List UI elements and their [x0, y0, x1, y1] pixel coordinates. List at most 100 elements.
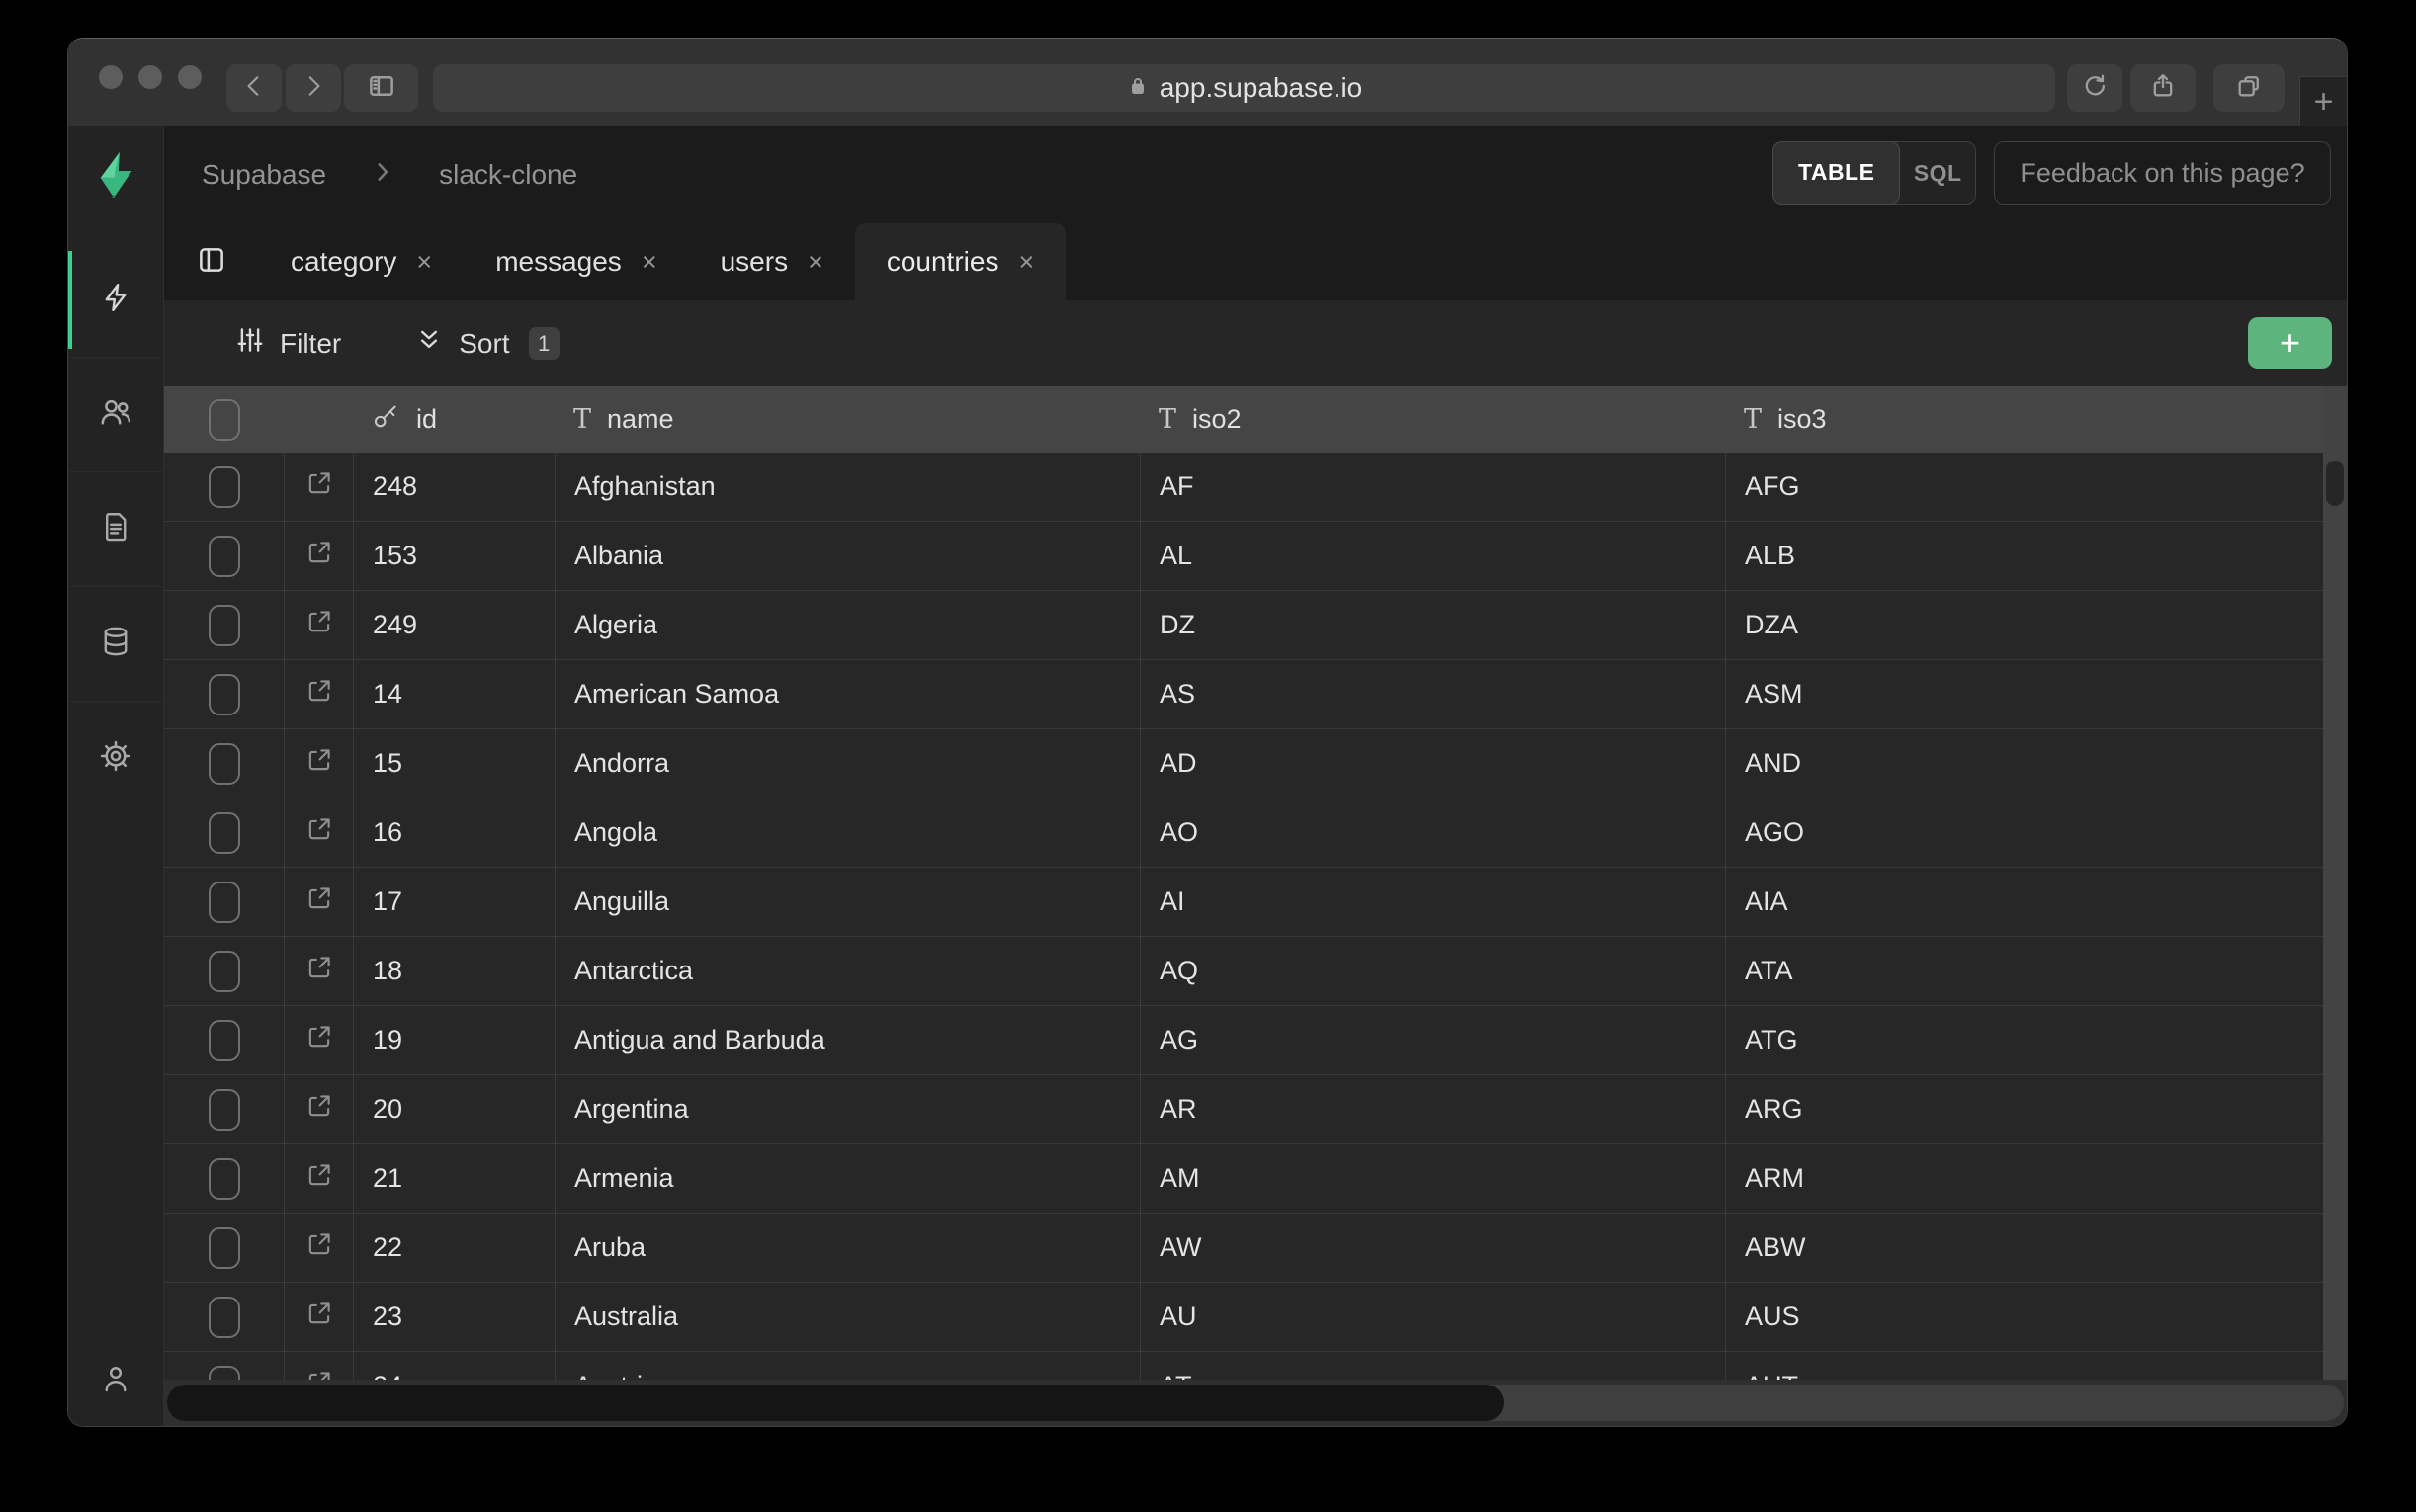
- reload-button[interactable]: [2067, 64, 2122, 112]
- cell-iso2[interactable]: AQ: [1141, 937, 1726, 1005]
- sidebar-item-settings[interactable]: [68, 702, 163, 815]
- cell-name[interactable]: Algeria: [556, 591, 1141, 659]
- cell-name[interactable]: Antigua and Barbuda: [556, 1006, 1141, 1074]
- cell-name[interactable]: Afghanistan: [556, 453, 1141, 521]
- cell-id[interactable]: 17: [354, 868, 556, 936]
- external-link-icon[interactable]: [304, 676, 334, 713]
- view-toggle-sql[interactable]: SQL: [1900, 160, 1975, 187]
- browser-sidebar-toggle-button[interactable]: [344, 64, 418, 112]
- close-icon[interactable]: ×: [1018, 247, 1034, 278]
- external-link-icon[interactable]: [304, 953, 334, 989]
- cell-iso2[interactable]: AO: [1141, 798, 1726, 867]
- cell-iso2[interactable]: AU: [1141, 1283, 1726, 1351]
- row-checkbox[interactable]: [209, 1227, 240, 1269]
- cell-name[interactable]: Aruba: [556, 1214, 1141, 1282]
- sidebar-item-table-editor[interactable]: [68, 243, 163, 358]
- external-link-icon[interactable]: [304, 1022, 334, 1058]
- sort-button[interactable]: Sort 1: [414, 325, 559, 362]
- cell-iso2[interactable]: AF: [1141, 453, 1726, 521]
- add-row-button[interactable]: +: [2248, 317, 2332, 369]
- cell-id[interactable]: 153: [354, 522, 556, 590]
- forward-button[interactable]: [286, 64, 341, 112]
- external-link-icon[interactable]: [304, 538, 334, 574]
- cell-name[interactable]: Angola: [556, 798, 1141, 867]
- row-checkbox[interactable]: [209, 812, 240, 854]
- cell-id[interactable]: 19: [354, 1006, 556, 1074]
- row-checkbox[interactable]: [209, 951, 240, 992]
- row-checkbox[interactable]: [209, 1089, 240, 1131]
- cell-iso2[interactable]: AR: [1141, 1075, 1726, 1143]
- breadcrumb-project[interactable]: slack-clone: [439, 159, 577, 191]
- new-tab-button[interactable]: +: [2299, 76, 2347, 126]
- tab-users[interactable]: users ×: [689, 223, 855, 300]
- cell-iso2[interactable]: DZ: [1141, 591, 1726, 659]
- cell-iso2[interactable]: AG: [1141, 1006, 1726, 1074]
- cell-id[interactable]: 249: [354, 591, 556, 659]
- external-link-icon[interactable]: [304, 1160, 334, 1197]
- cell-iso2[interactable]: AL: [1141, 522, 1726, 590]
- cell-id[interactable]: 16: [354, 798, 556, 867]
- cell-iso3[interactable]: ATA: [1726, 937, 2325, 1005]
- row-checkbox[interactable]: [209, 882, 240, 923]
- close-button[interactable]: [99, 65, 123, 89]
- row-checkbox[interactable]: [209, 1020, 240, 1061]
- cell-name[interactable]: Austria: [556, 1352, 1141, 1382]
- cell-name[interactable]: Antarctica: [556, 937, 1141, 1005]
- cell-iso3[interactable]: ARM: [1726, 1144, 2325, 1213]
- tab-category[interactable]: category ×: [259, 223, 464, 300]
- column-header-iso3[interactable]: T iso3: [1726, 386, 2325, 453]
- cell-iso3[interactable]: ASM: [1726, 660, 2325, 728]
- column-header-iso2[interactable]: T iso2: [1141, 386, 1726, 453]
- cell-id[interactable]: 18: [354, 937, 556, 1005]
- tab-overview-button[interactable]: [2213, 64, 2285, 112]
- close-icon[interactable]: ×: [808, 247, 823, 278]
- row-checkbox[interactable]: [209, 605, 240, 646]
- external-link-icon[interactable]: [304, 468, 334, 505]
- breadcrumb-org[interactable]: Supabase: [202, 159, 326, 191]
- cell-id[interactable]: 22: [354, 1214, 556, 1282]
- cell-iso3[interactable]: AUS: [1726, 1283, 2325, 1351]
- cell-id[interactable]: 23: [354, 1283, 556, 1351]
- cell-id[interactable]: 21: [354, 1144, 556, 1213]
- vertical-scrollbar[interactable]: [2323, 386, 2347, 1382]
- cell-iso2[interactable]: AM: [1141, 1144, 1726, 1213]
- close-icon[interactable]: ×: [416, 247, 432, 278]
- sidebar-item-account[interactable]: [68, 1362, 163, 1400]
- external-link-icon[interactable]: [304, 1229, 334, 1266]
- cell-iso3[interactable]: ATG: [1726, 1006, 2325, 1074]
- external-link-icon[interactable]: [304, 814, 334, 851]
- cell-iso2[interactable]: AS: [1141, 660, 1726, 728]
- tab-countries[interactable]: countries ×: [855, 223, 1066, 300]
- cell-iso2[interactable]: AW: [1141, 1214, 1726, 1282]
- sidebar-item-auth[interactable]: [68, 358, 163, 472]
- minimize-button[interactable]: [138, 65, 162, 89]
- supabase-logo[interactable]: [68, 126, 163, 223]
- cell-id[interactable]: 248: [354, 453, 556, 521]
- cell-name[interactable]: Albania: [556, 522, 1141, 590]
- select-all-checkbox[interactable]: [209, 399, 240, 441]
- cell-iso3[interactable]: AUT: [1726, 1352, 2325, 1382]
- cell-id[interactable]: 15: [354, 729, 556, 798]
- cell-id[interactable]: 24: [354, 1352, 556, 1382]
- sidebar-item-docs[interactable]: [68, 472, 163, 587]
- column-header-id[interactable]: id: [354, 386, 556, 453]
- filter-button[interactable]: Filter: [235, 325, 341, 362]
- cell-iso3[interactable]: ABW: [1726, 1214, 2325, 1282]
- zoom-button[interactable]: [178, 65, 202, 89]
- tab-messages[interactable]: messages ×: [464, 223, 688, 300]
- cell-iso3[interactable]: AIA: [1726, 868, 2325, 936]
- row-checkbox[interactable]: [209, 1158, 240, 1200]
- address-bar[interactable]: app.supabase.io: [433, 64, 2055, 112]
- back-button[interactable]: [226, 64, 282, 112]
- horizontal-scrollbar-thumb[interactable]: [167, 1385, 1504, 1421]
- horizontal-scrollbar[interactable]: [164, 1380, 2347, 1426]
- row-checkbox[interactable]: [209, 536, 240, 577]
- external-link-icon[interactable]: [304, 883, 334, 920]
- cell-iso2[interactable]: AI: [1141, 868, 1726, 936]
- cell-iso2[interactable]: AD: [1141, 729, 1726, 798]
- external-link-icon[interactable]: [304, 1299, 334, 1335]
- close-icon[interactable]: ×: [642, 247, 657, 278]
- row-checkbox[interactable]: [209, 674, 240, 715]
- cell-name[interactable]: Anguilla: [556, 868, 1141, 936]
- cell-iso3[interactable]: DZA: [1726, 591, 2325, 659]
